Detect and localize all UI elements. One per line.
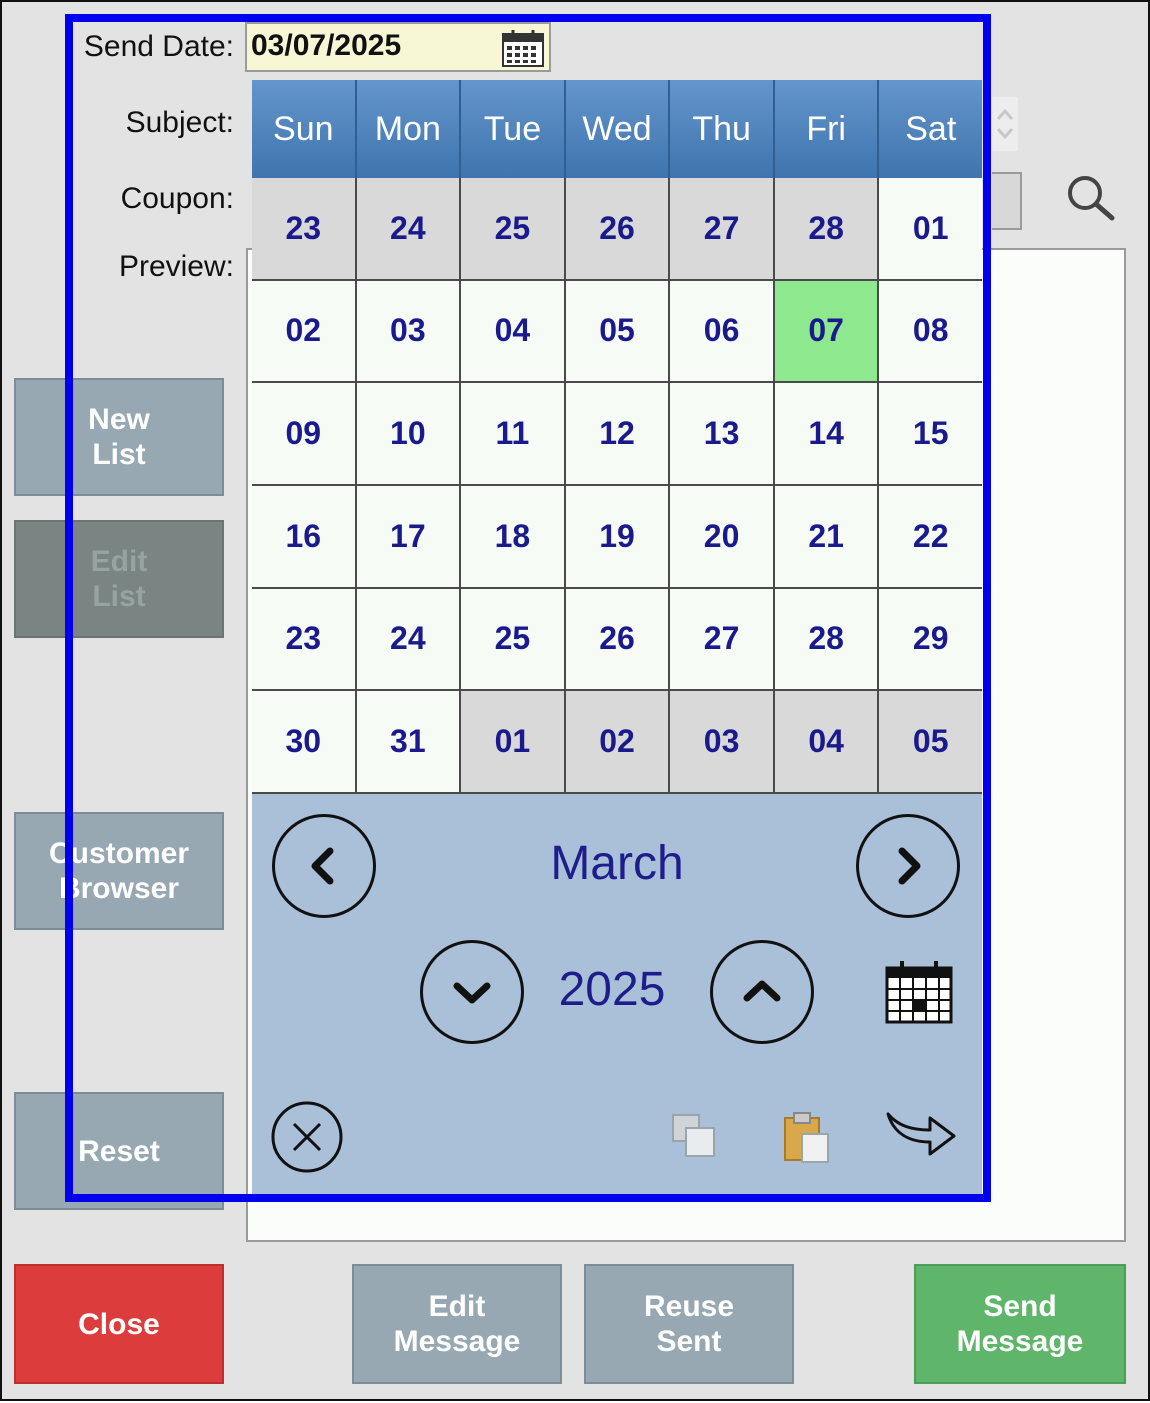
day-cell[interactable]: 30 <box>252 691 355 792</box>
day-cell[interactable]: 25 <box>461 588 564 690</box>
chevron-right-icon <box>898 847 921 885</box>
day-cell[interactable]: 01 <box>461 691 564 792</box>
day-cell[interactable]: 04 <box>774 691 878 792</box>
day-cell[interactable]: 14 <box>774 383 878 484</box>
day-cell[interactable]: 03 <box>356 280 460 382</box>
day-grid: 23 24 25 26 27 28 01 02 03 04 05 06 07 08 09 10 11 12 13 14… <box>252 178 982 794</box>
day-cell[interactable]: 03 <box>670 691 773 792</box>
customer-browser-button[interactable]: Customer Browser <box>14 812 224 930</box>
chevron-up-icon <box>743 980 781 1002</box>
send-message-button[interactable]: Send Message <box>914 1264 1126 1384</box>
reset-button[interactable]: Reset <box>14 1092 224 1210</box>
year-label: 2025 <box>558 963 666 1016</box>
forward-arrow-icon[interactable] <box>884 1108 958 1164</box>
day-cell[interactable]: 22 <box>879 485 982 587</box>
day-cell[interactable]: 29 <box>879 588 982 690</box>
day-cell[interactable]: 20 <box>670 485 773 587</box>
month-label: March <box>550 837 684 890</box>
day-cell[interactable]: 02 <box>565 691 669 792</box>
day-cell[interactable]: 15 <box>879 383 982 484</box>
day-cell[interactable]: 09 <box>252 383 355 484</box>
next-month-button[interactable] <box>856 814 960 918</box>
send-date-value: 03/07/2025 <box>251 29 402 62</box>
day-cell[interactable]: 17 <box>356 485 460 587</box>
send-date-input[interactable]: 03/07/2025 <box>245 22 551 72</box>
day-cell[interactable]: 13 <box>670 383 773 484</box>
day-cell[interactable]: 05 <box>879 691 982 792</box>
day-cell[interactable]: 23 <box>252 588 355 690</box>
edit-list-button[interactable]: Edit List <box>14 520 224 638</box>
chevron-left-icon <box>311 847 334 885</box>
prev-year-button[interactable] <box>420 940 524 1044</box>
next-year-button[interactable] <box>710 940 814 1044</box>
day-cell[interactable]: 05 <box>565 280 669 382</box>
day-cell[interactable]: 06 <box>670 280 773 382</box>
weekday-header: Sun Mon Tue Wed Thu Fri Sat <box>252 80 983 178</box>
subject-label: Subject: <box>125 106 234 139</box>
day-cell[interactable]: 04 <box>461 280 564 382</box>
calendar-icon[interactable] <box>501 28 545 68</box>
reuse-sent-button[interactable]: Reuse Sent <box>584 1264 794 1384</box>
day-cell[interactable]: 19 <box>565 485 669 587</box>
edit-message-button[interactable]: Edit Message <box>352 1264 562 1384</box>
coupon-label: Coupon: <box>120 182 234 215</box>
day-cell[interactable]: 01 <box>879 178 982 279</box>
day-cell[interactable]: 23 <box>252 178 355 279</box>
day-cell[interactable]: 08 <box>879 280 982 382</box>
subject-spinner[interactable] <box>992 97 1018 151</box>
new-list-button[interactable]: New List <box>14 378 224 496</box>
day-cell[interactable]: 26 <box>565 178 669 279</box>
paste-icon[interactable] <box>782 1110 832 1166</box>
weekday-sun: Sun <box>252 80 357 178</box>
close-icon <box>271 1101 343 1173</box>
weekday-mon: Mon <box>356 80 462 178</box>
day-cell[interactable]: 28 <box>774 588 878 690</box>
clear-button[interactable] <box>270 1100 344 1174</box>
day-cell[interactable]: 25 <box>461 178 564 279</box>
preview-label: Preview: <box>118 250 234 283</box>
message-form: Send Date: Subject: Coupon: Preview: New… <box>0 0 1150 1401</box>
day-cell[interactable]: 24 <box>356 178 460 279</box>
copy-icon[interactable] <box>670 1112 720 1162</box>
day-cell-selected[interactable]: 07 <box>774 280 878 382</box>
day-cell[interactable]: 10 <box>356 383 460 484</box>
day-cell[interactable]: 18 <box>461 485 564 587</box>
close-button[interactable]: Close <box>14 1264 224 1384</box>
day-cell[interactable]: 12 <box>565 383 669 484</box>
coupon-field[interactable] <box>992 172 1022 230</box>
day-cell[interactable]: 16 <box>252 485 355 587</box>
weekday-fri: Fri <box>774 80 880 178</box>
weekday-wed: Wed <box>565 80 671 178</box>
date-picker-popup: Sun Mon Tue Wed Thu Fri Sat 23 24 25 26 27 28 01 02 03… <box>252 80 983 1198</box>
day-cell[interactable]: 24 <box>356 588 460 690</box>
day-cell[interactable]: 31 <box>356 691 460 792</box>
weekday-sat: Sat <box>879 80 983 178</box>
weekday-thu: Thu <box>670 80 775 178</box>
weekday-tue: Tue <box>461 80 566 178</box>
prev-month-button[interactable] <box>272 814 376 918</box>
day-cell[interactable]: 11 <box>461 383 564 484</box>
chevron-down-icon <box>453 982 491 1004</box>
search-icon[interactable] <box>1064 172 1116 224</box>
day-cell[interactable]: 21 <box>774 485 878 587</box>
today-calendar-icon[interactable] <box>884 958 954 1026</box>
day-cell[interactable]: 26 <box>565 588 669 690</box>
send-date-label: Send Date: <box>83 30 234 63</box>
day-cell[interactable]: 27 <box>670 178 773 279</box>
day-cell[interactable]: 02 <box>252 280 355 382</box>
day-cell[interactable]: 28 <box>774 178 878 279</box>
day-cell[interactable]: 27 <box>670 588 773 690</box>
